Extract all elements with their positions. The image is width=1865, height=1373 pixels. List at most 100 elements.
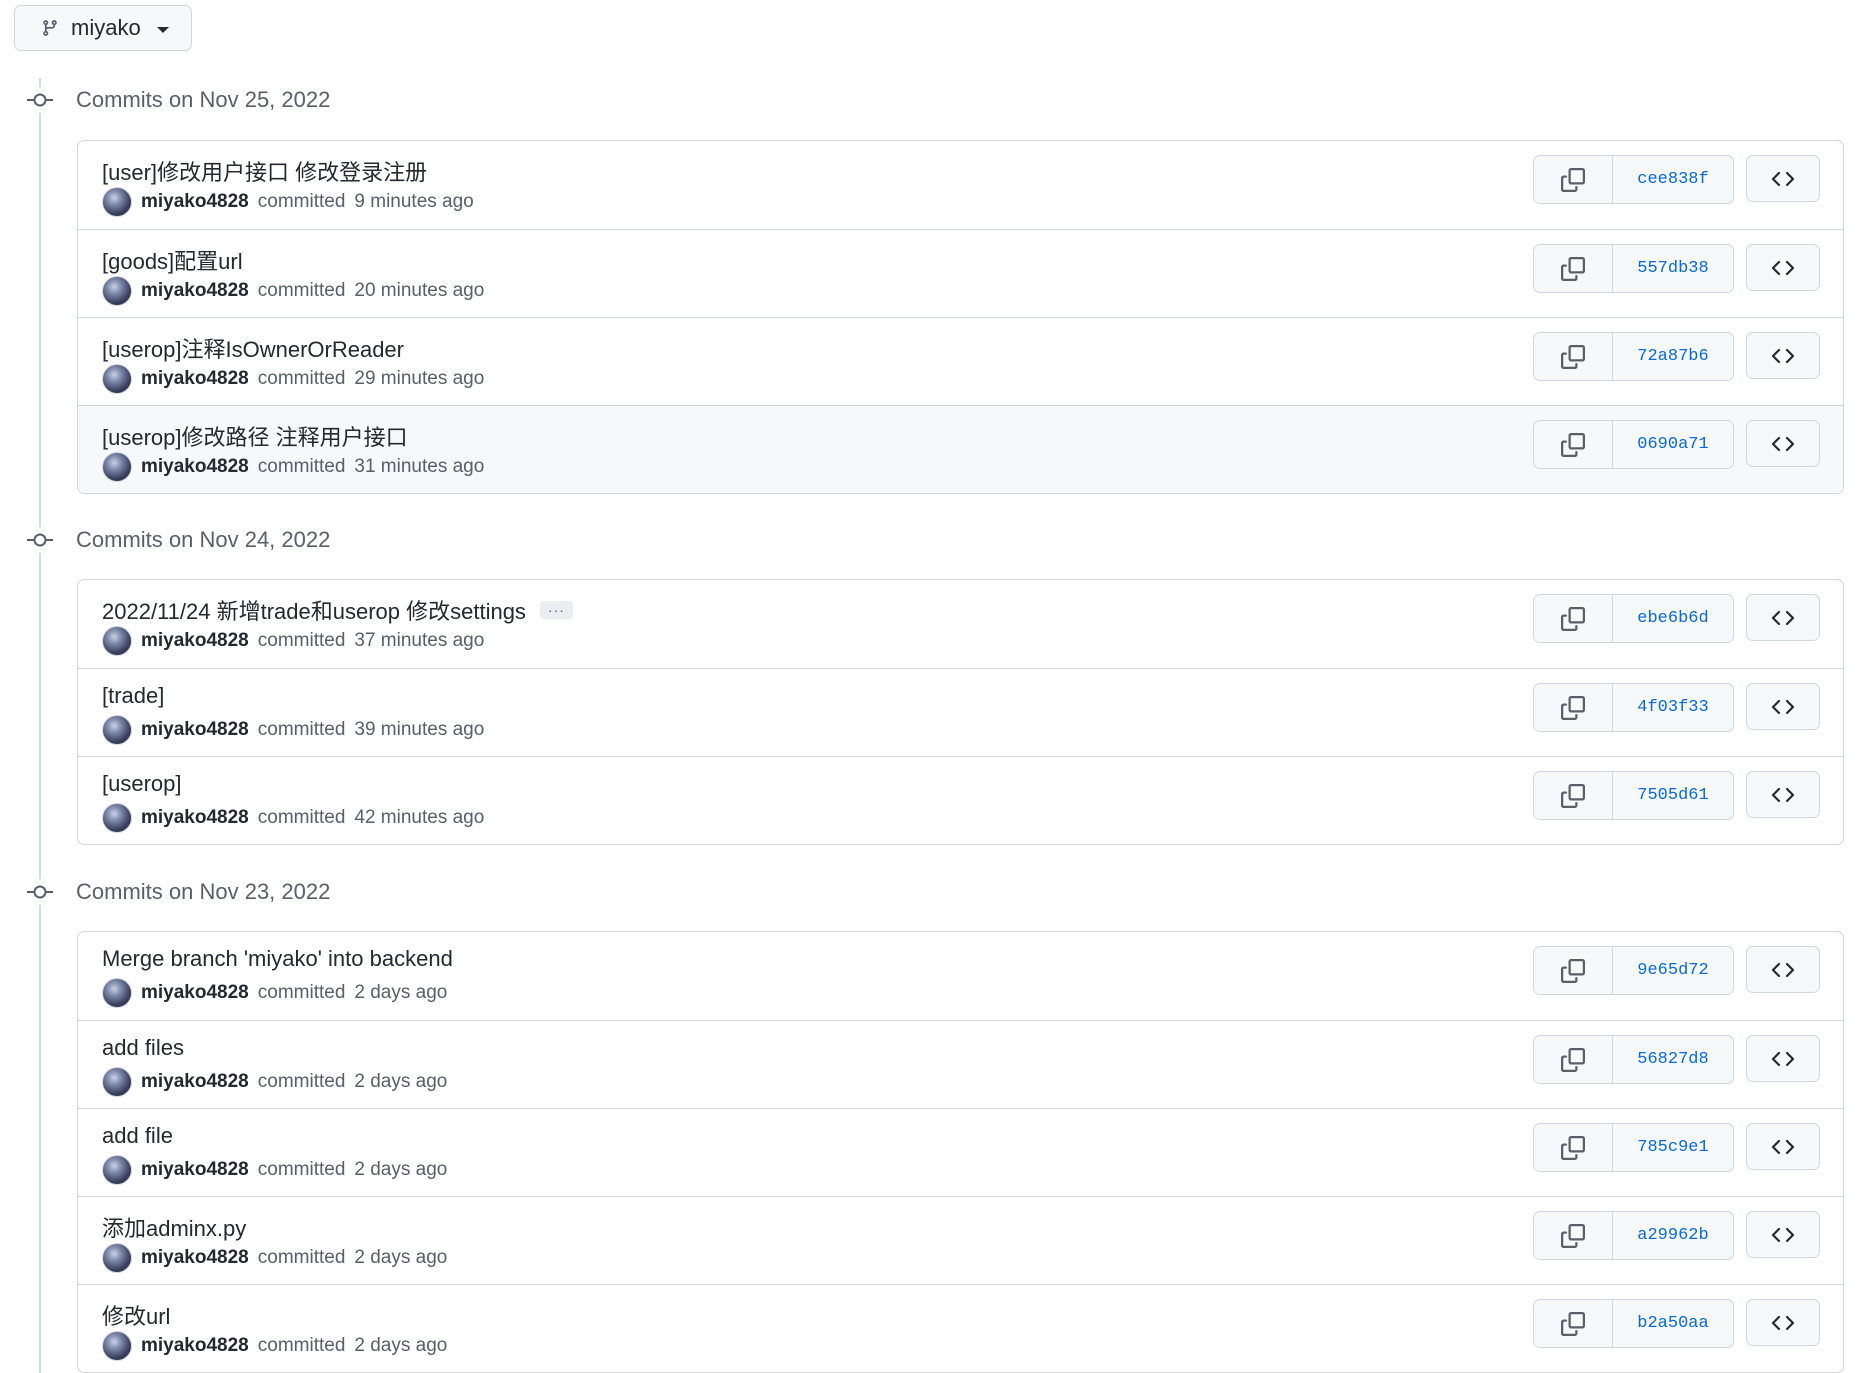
commit-action: committed (257, 456, 346, 477)
commit-sha-link[interactable]: 9e65d72 (1613, 947, 1733, 994)
commit-author[interactable]: miyako4828 (141, 456, 249, 478)
commit-sha-link[interactable]: b2a50aa (1613, 1300, 1733, 1347)
copy-icon (1561, 783, 1585, 808)
commit-message-link[interactable]: Merge branch 'miyako' into backend (102, 946, 453, 972)
commit-author[interactable]: miyako4828 (141, 1335, 249, 1357)
commit-time: 2 days ago (354, 1335, 448, 1356)
avatar[interactable] (102, 1331, 132, 1361)
commit-row: add file miyako4828 committed 2 days ago… (78, 1108, 1843, 1196)
browse-repo-button[interactable] (1746, 946, 1820, 993)
copy-sha-button[interactable] (1534, 245, 1613, 292)
commit-sha-link[interactable]: 0690a71 (1613, 421, 1733, 468)
browse-repo-button[interactable] (1746, 1211, 1820, 1258)
commit-list: Merge branch 'miyako' into backend miyak… (77, 931, 1844, 1373)
avatar[interactable] (102, 1243, 132, 1273)
avatar[interactable] (102, 803, 132, 833)
commit-author[interactable]: miyako4828 (141, 1159, 249, 1181)
avatar[interactable] (102, 452, 132, 482)
copy-sha-button[interactable] (1534, 595, 1613, 642)
browse-repo-button[interactable] (1746, 1299, 1820, 1346)
copy-sha-button[interactable] (1534, 772, 1613, 819)
copy-icon (1561, 1047, 1585, 1072)
commit-sha-link[interactable]: 785c9e1 (1613, 1124, 1733, 1171)
commit-message-link[interactable]: [userop]注释IsOwnerOrReader (102, 332, 404, 364)
commit-row: Merge branch 'miyako' into backend miyak… (78, 932, 1843, 1020)
copy-icon (1561, 167, 1585, 192)
commit-list: 2022/11/24 新增trade和userop 修改settings ···… (77, 579, 1844, 845)
commit-time: 31 minutes ago (354, 456, 485, 477)
code-icon (1771, 699, 1795, 714)
commit-sha-link[interactable]: 72a87b6 (1613, 333, 1733, 380)
commit-action: committed (257, 807, 346, 828)
commit-row: [userop]注释IsOwnerOrReader miyako4828 com… (78, 317, 1843, 405)
browse-repo-button[interactable] (1746, 683, 1820, 730)
commit-sha-link[interactable]: 7505d61 (1613, 772, 1733, 819)
copy-sha-button[interactable] (1534, 1300, 1613, 1347)
browse-repo-button[interactable] (1746, 155, 1820, 202)
commit-sha-link[interactable]: ebe6b6d (1613, 595, 1733, 642)
commit-message-link[interactable]: [trade] (102, 683, 164, 709)
expand-message-button[interactable]: ··· (539, 601, 573, 619)
branch-select-button[interactable]: miyako (14, 5, 192, 51)
commit-message-link[interactable]: [userop] (102, 771, 182, 797)
commit-row: [userop]修改路径 注释用户接口 miyako4828 committed… (78, 405, 1843, 493)
commit-message-link[interactable]: [user]修改用户接口 修改登录注册 (102, 155, 427, 187)
commit-row: 添加adminx.py miyako4828 committed 2 days … (78, 1196, 1843, 1284)
commit-time: 2 days ago (354, 1071, 448, 1092)
commit-row: add files miyako4828 committed 2 days ag… (78, 1020, 1843, 1108)
copy-sha-button[interactable] (1534, 333, 1613, 380)
commit-author[interactable]: miyako4828 (141, 368, 249, 390)
commit-author[interactable]: miyako4828 (141, 1247, 249, 1269)
avatar[interactable] (102, 978, 132, 1008)
copy-icon (1561, 1223, 1585, 1248)
copy-sha-button[interactable] (1534, 947, 1613, 994)
avatar[interactable] (102, 364, 132, 394)
commit-row: [trade] miyako4828 committed 39 minutes … (78, 668, 1843, 756)
commit-message-link[interactable]: add file (102, 1123, 173, 1149)
commit-message-link[interactable]: 修改url (102, 1299, 170, 1331)
copy-sha-button[interactable] (1534, 1124, 1613, 1171)
copy-sha-button[interactable] (1534, 1036, 1613, 1083)
copy-sha-button[interactable] (1534, 684, 1613, 731)
commit-message-link[interactable]: 添加adminx.py (102, 1211, 246, 1243)
code-icon (1771, 1139, 1795, 1154)
commit-author[interactable]: miyako4828 (141, 807, 249, 829)
commit-action: committed (257, 280, 346, 301)
browse-repo-button[interactable] (1746, 594, 1820, 641)
avatar[interactable] (102, 187, 132, 217)
copy-sha-button[interactable] (1534, 156, 1613, 203)
commit-sha-link[interactable]: cee838f (1613, 156, 1733, 203)
commit-group-title: Commits on Nov 25, 2022 (76, 87, 331, 112)
browse-repo-button[interactable] (1746, 332, 1820, 379)
commit-row: 修改url miyako4828 committed 2 days ago b2… (78, 1284, 1843, 1372)
commit-message-link[interactable]: [goods]配置url (102, 244, 243, 276)
avatar[interactable] (102, 1067, 132, 1097)
browse-repo-button[interactable] (1746, 244, 1820, 291)
commit-group-title: Commits on Nov 23, 2022 (76, 879, 331, 904)
commit-sha-link[interactable]: 4f03f33 (1613, 684, 1733, 731)
commit-sha-link[interactable]: 557db38 (1613, 245, 1733, 292)
avatar[interactable] (102, 626, 132, 656)
browse-repo-button[interactable] (1746, 771, 1820, 818)
avatar[interactable] (102, 715, 132, 745)
commit-message-link[interactable]: 2022/11/24 新增trade和userop 修改settings (102, 594, 526, 626)
copy-sha-button[interactable] (1534, 1212, 1613, 1259)
commit-message-link[interactable]: [userop]修改路径 注释用户接口 (102, 420, 408, 452)
browse-repo-button[interactable] (1746, 1123, 1820, 1170)
avatar[interactable] (102, 1155, 132, 1185)
commit-row: [userop] miyako4828 committed 42 minutes… (78, 756, 1843, 844)
commit-author[interactable]: miyako4828 (141, 1071, 249, 1093)
commit-sha-link[interactable]: 56827d8 (1613, 1036, 1733, 1083)
browse-repo-button[interactable] (1746, 1035, 1820, 1082)
commit-author[interactable]: miyako4828 (141, 719, 249, 741)
copy-sha-button[interactable] (1534, 421, 1613, 468)
code-icon (1771, 171, 1795, 186)
commit-author[interactable]: miyako4828 (141, 191, 249, 213)
commit-author[interactable]: miyako4828 (141, 630, 249, 652)
commit-author[interactable]: miyako4828 (141, 982, 249, 1004)
browse-repo-button[interactable] (1746, 420, 1820, 467)
commit-author[interactable]: miyako4828 (141, 280, 249, 302)
commit-message-link[interactable]: add files (102, 1035, 184, 1061)
avatar[interactable] (102, 276, 132, 306)
commit-sha-link[interactable]: a29962b (1613, 1212, 1733, 1259)
